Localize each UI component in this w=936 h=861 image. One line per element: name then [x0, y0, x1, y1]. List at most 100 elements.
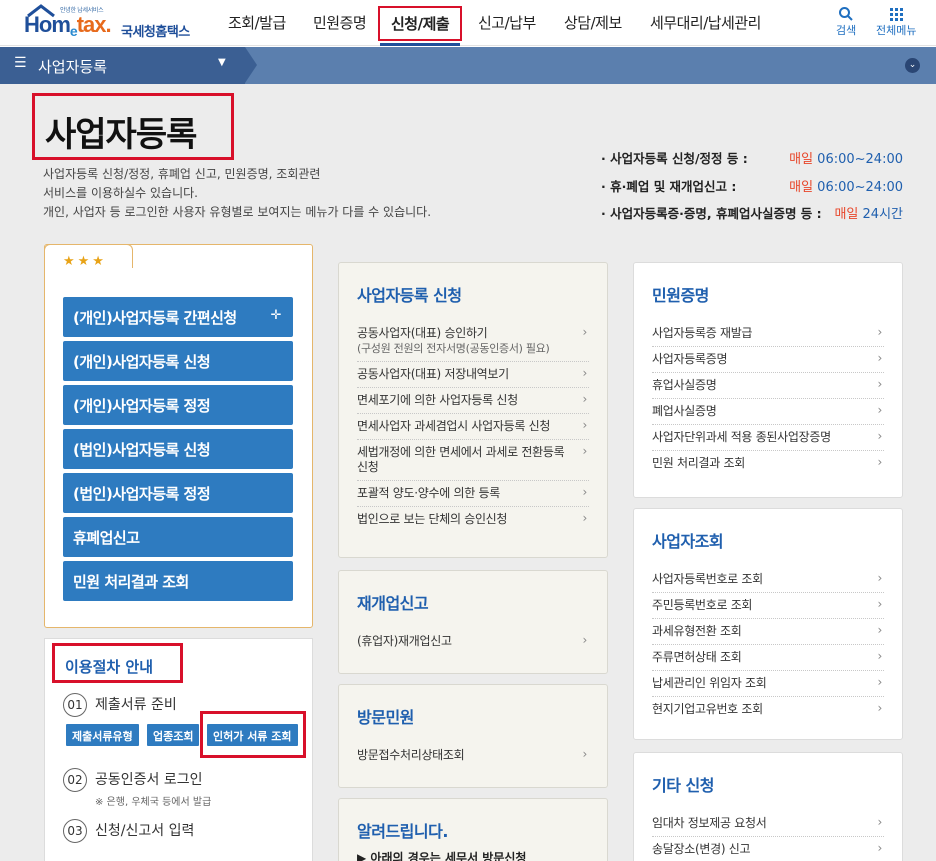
quick-btn-result-lookup[interactable]: 민원 처리결과 조회: [63, 561, 293, 601]
chevron-right-icon: ›: [877, 597, 883, 611]
list-item[interactable]: 현지기업고유번호 조회 ›: [652, 697, 884, 722]
procedure-title: 이용절차 안내: [52, 643, 183, 683]
hours-row: · 사업자등록 신청/정정 등 : 매일 06:00~24:00: [601, 151, 903, 167]
card-lookup: 사업자조회 사업자등록번호로 조회 › 주민등록번호로 조회 › 과세유형전환 조회…: [633, 508, 903, 740]
quick-btn-closure-report[interactable]: 휴폐업신고: [63, 517, 293, 557]
notice-line: ▶ 아래의 경우는 세무서 방문신청: [357, 851, 527, 861]
card-title: 사업자조회: [652, 532, 724, 551]
list-item[interactable]: 방문접수처리상태조회 ›: [357, 743, 589, 768]
card-reopen: 재개업신고 (휴업자)재개업신고 ›: [338, 570, 608, 674]
chevron-right-icon: ›: [877, 571, 883, 585]
grid-menu-icon: [890, 8, 904, 21]
list-item[interactable]: 임대차 정보제공 요청서 ›: [652, 811, 884, 837]
highlight-box: [200, 711, 306, 758]
plus-icon: ✛: [270, 308, 282, 323]
list-item[interactable]: 휴업사실증명 ›: [652, 373, 884, 399]
page-title: 사업자등록: [32, 93, 234, 160]
card-list: 방문접수처리상태조회 ›: [357, 743, 589, 768]
menu-report-pay[interactable]: 신고/납부: [478, 12, 536, 33]
page-description: 사업자등록 신청/정정, 휴폐업 신고, 민원증명, 조회관련 서비스를 이용하…: [43, 167, 432, 219]
chevron-right-icon: ›: [877, 623, 883, 637]
list-item[interactable]: 송달장소(변경) 신고 ›: [652, 837, 884, 861]
menu-inquiry[interactable]: 조회/발급: [228, 12, 286, 33]
chevron-right-icon: ›: [877, 701, 883, 715]
list-item[interactable]: 사업자등록번호로 조회 ›: [652, 567, 884, 593]
caret-down-icon: ▼: [218, 57, 226, 68]
search-button[interactable]: 검색: [836, 6, 856, 38]
logo-name: 국세청홈택스: [121, 25, 190, 40]
list-item[interactable]: 세법개정에 의한 면세에서 과세로 전환등록 신청 ›: [357, 440, 589, 481]
card-certificates: 민원증명 사업자등록증 재발급 › 사업자등록증명 › 휴업사실증명 › 폐업사실증명…: [633, 262, 903, 498]
chevron-right-icon: ›: [877, 351, 883, 365]
list-item[interactable]: 민원 처리결과 조회 ›: [652, 451, 884, 476]
chevron-right-icon: ›: [877, 675, 883, 689]
hours-row: · 휴·폐업 및 재개업신고 : 매일 06:00~24:00: [601, 179, 903, 195]
all-menu-label: 전체메뉴: [876, 24, 917, 37]
list-item[interactable]: 법인으로 보는 단체의 승인신청 ›: [357, 507, 589, 532]
card-title: 재개업신고: [357, 594, 429, 613]
list-item[interactable]: 면세포기에 의한 사업자등록 신청 ›: [357, 388, 589, 414]
hamburger-icon: ☰: [14, 55, 27, 71]
chevron-right-icon: ›: [877, 649, 883, 663]
chevron-right-icon: ›: [582, 418, 588, 432]
card-notice: 알려드립니다. ▶ 아래의 경우는 세무서 방문신청: [338, 798, 608, 861]
card-list: (휴업자)재개업신고 ›: [357, 629, 589, 654]
search-label: 검색: [836, 24, 857, 37]
list-item[interactable]: 주민등록번호로 조회 ›: [652, 593, 884, 619]
list-item[interactable]: 사업자등록증명 ›: [652, 347, 884, 373]
card-list: 사업자등록증 재발급 › 사업자등록증명 › 휴업사실증명 › 폐업사실증명 › 사업자…: [652, 321, 884, 476]
chevron-right-icon: ›: [877, 325, 883, 339]
card-title: 방문민원: [357, 708, 414, 727]
quick-btn-corp-apply[interactable]: (법인)사업자등록 신청: [63, 429, 293, 469]
quick-btn-personal-correct[interactable]: (개인)사업자등록 정정: [63, 385, 293, 425]
list-item[interactable]: 사업자단위과세 적용 종된사업장증명 ›: [652, 425, 884, 451]
logo-mark: Hometax.: [24, 12, 112, 39]
list-item[interactable]: 폐업사실증명 ›: [652, 399, 884, 425]
doc-type-button[interactable]: 제출서류유형: [66, 724, 139, 746]
chevron-right-icon: ›: [877, 841, 883, 855]
card-title: 민원증명: [652, 286, 709, 305]
menu-application[interactable]: 신청/제출: [378, 6, 463, 46]
chevron-right-icon: ›: [877, 429, 883, 443]
list-item[interactable]: 사업자등록증 재발급 ›: [652, 321, 884, 347]
search-icon: [839, 7, 853, 21]
list-item[interactable]: 포괄적 양도·양수에 의한 등록 ›: [357, 481, 589, 507]
menu-certificates[interactable]: 민원증명: [313, 12, 367, 33]
industry-lookup-button[interactable]: 업종조회: [147, 724, 200, 746]
list-item[interactable]: 납세관리인 위임자 조회 ›: [652, 671, 884, 697]
chevron-right-icon: ›: [877, 455, 883, 469]
card-list: 사업자등록번호로 조회 › 주민등록번호로 조회 › 과세유형전환 조회 › 주류면허…: [652, 567, 884, 722]
menu-consult[interactable]: 상담/제보: [564, 12, 622, 33]
menu-tax-agent[interactable]: 세무대리/납세관리: [650, 12, 761, 33]
location-bar: ☰ 사업자등록 ▼ ⌄: [0, 47, 936, 84]
section-label: 사업자등록: [38, 58, 108, 76]
list-item[interactable]: (휴업자)재개업신고 ›: [357, 629, 589, 654]
list-item[interactable]: 면세사업자 과세겸업시 사업자등록 신청 ›: [357, 414, 589, 440]
list-item[interactable]: 주류면허상태 조회 ›: [652, 645, 884, 671]
card-title: 알려드립니다.: [357, 822, 448, 841]
section-dropdown[interactable]: ☰ 사업자등록 ▼: [0, 47, 257, 84]
expand-circle-icon[interactable]: ⌄: [905, 58, 920, 73]
procedure-step: 03 신청/신고서 입력: [63, 819, 194, 843]
quick-btn-personal-apply[interactable]: (개인)사업자등록 신청: [63, 341, 293, 381]
list-item[interactable]: 공동사업자(대표) 저장내역보기 ›: [357, 362, 589, 388]
quick-btn-simple-apply[interactable]: (개인)사업자등록 간편신청 ✛: [63, 297, 293, 337]
hours-row: · 사업자등록증·증명, 휴폐업사실증명 등 : 매일 24시간: [601, 206, 903, 222]
chevron-right-icon: ›: [877, 377, 883, 391]
hometax-logo[interactable]: 안녕한 납세서비스 Hometax. 국세청홈택스: [24, 4, 199, 44]
chevron-right-icon: ›: [877, 815, 883, 829]
top-navigation: 안녕한 납세서비스 Hometax. 국세청홈택스 조회/발급 민원증명 신청/…: [0, 0, 936, 46]
list-item[interactable]: 과세유형전환 조회 ›: [652, 619, 884, 645]
all-menu-button[interactable]: 전체메뉴: [876, 6, 916, 38]
chevron-right-icon: ›: [582, 633, 588, 647]
card-registration: 사업자등록 신청 공동사업자(대표) 승인하기 (구성원 전원의 전자서명(공동인…: [338, 262, 608, 558]
list-item[interactable]: 공동사업자(대표) 승인하기 (구성원 전원의 전자서명(공동인증서) 필요) ›: [357, 321, 589, 362]
chevron-right-icon: ›: [877, 403, 883, 417]
card-list: 공동사업자(대표) 승인하기 (구성원 전원의 전자서명(공동인증서) 필요) › …: [357, 321, 589, 532]
chevron-right-icon: ›: [582, 366, 588, 380]
card-title: 사업자등록 신청: [357, 286, 462, 305]
procedure-step: 01 제출서류 준비: [63, 693, 177, 717]
quick-btn-corp-correct[interactable]: (법인)사업자등록 정정: [63, 473, 293, 513]
chevron-right-icon: ›: [582, 392, 588, 406]
star-icons: ★★★: [63, 254, 107, 269]
